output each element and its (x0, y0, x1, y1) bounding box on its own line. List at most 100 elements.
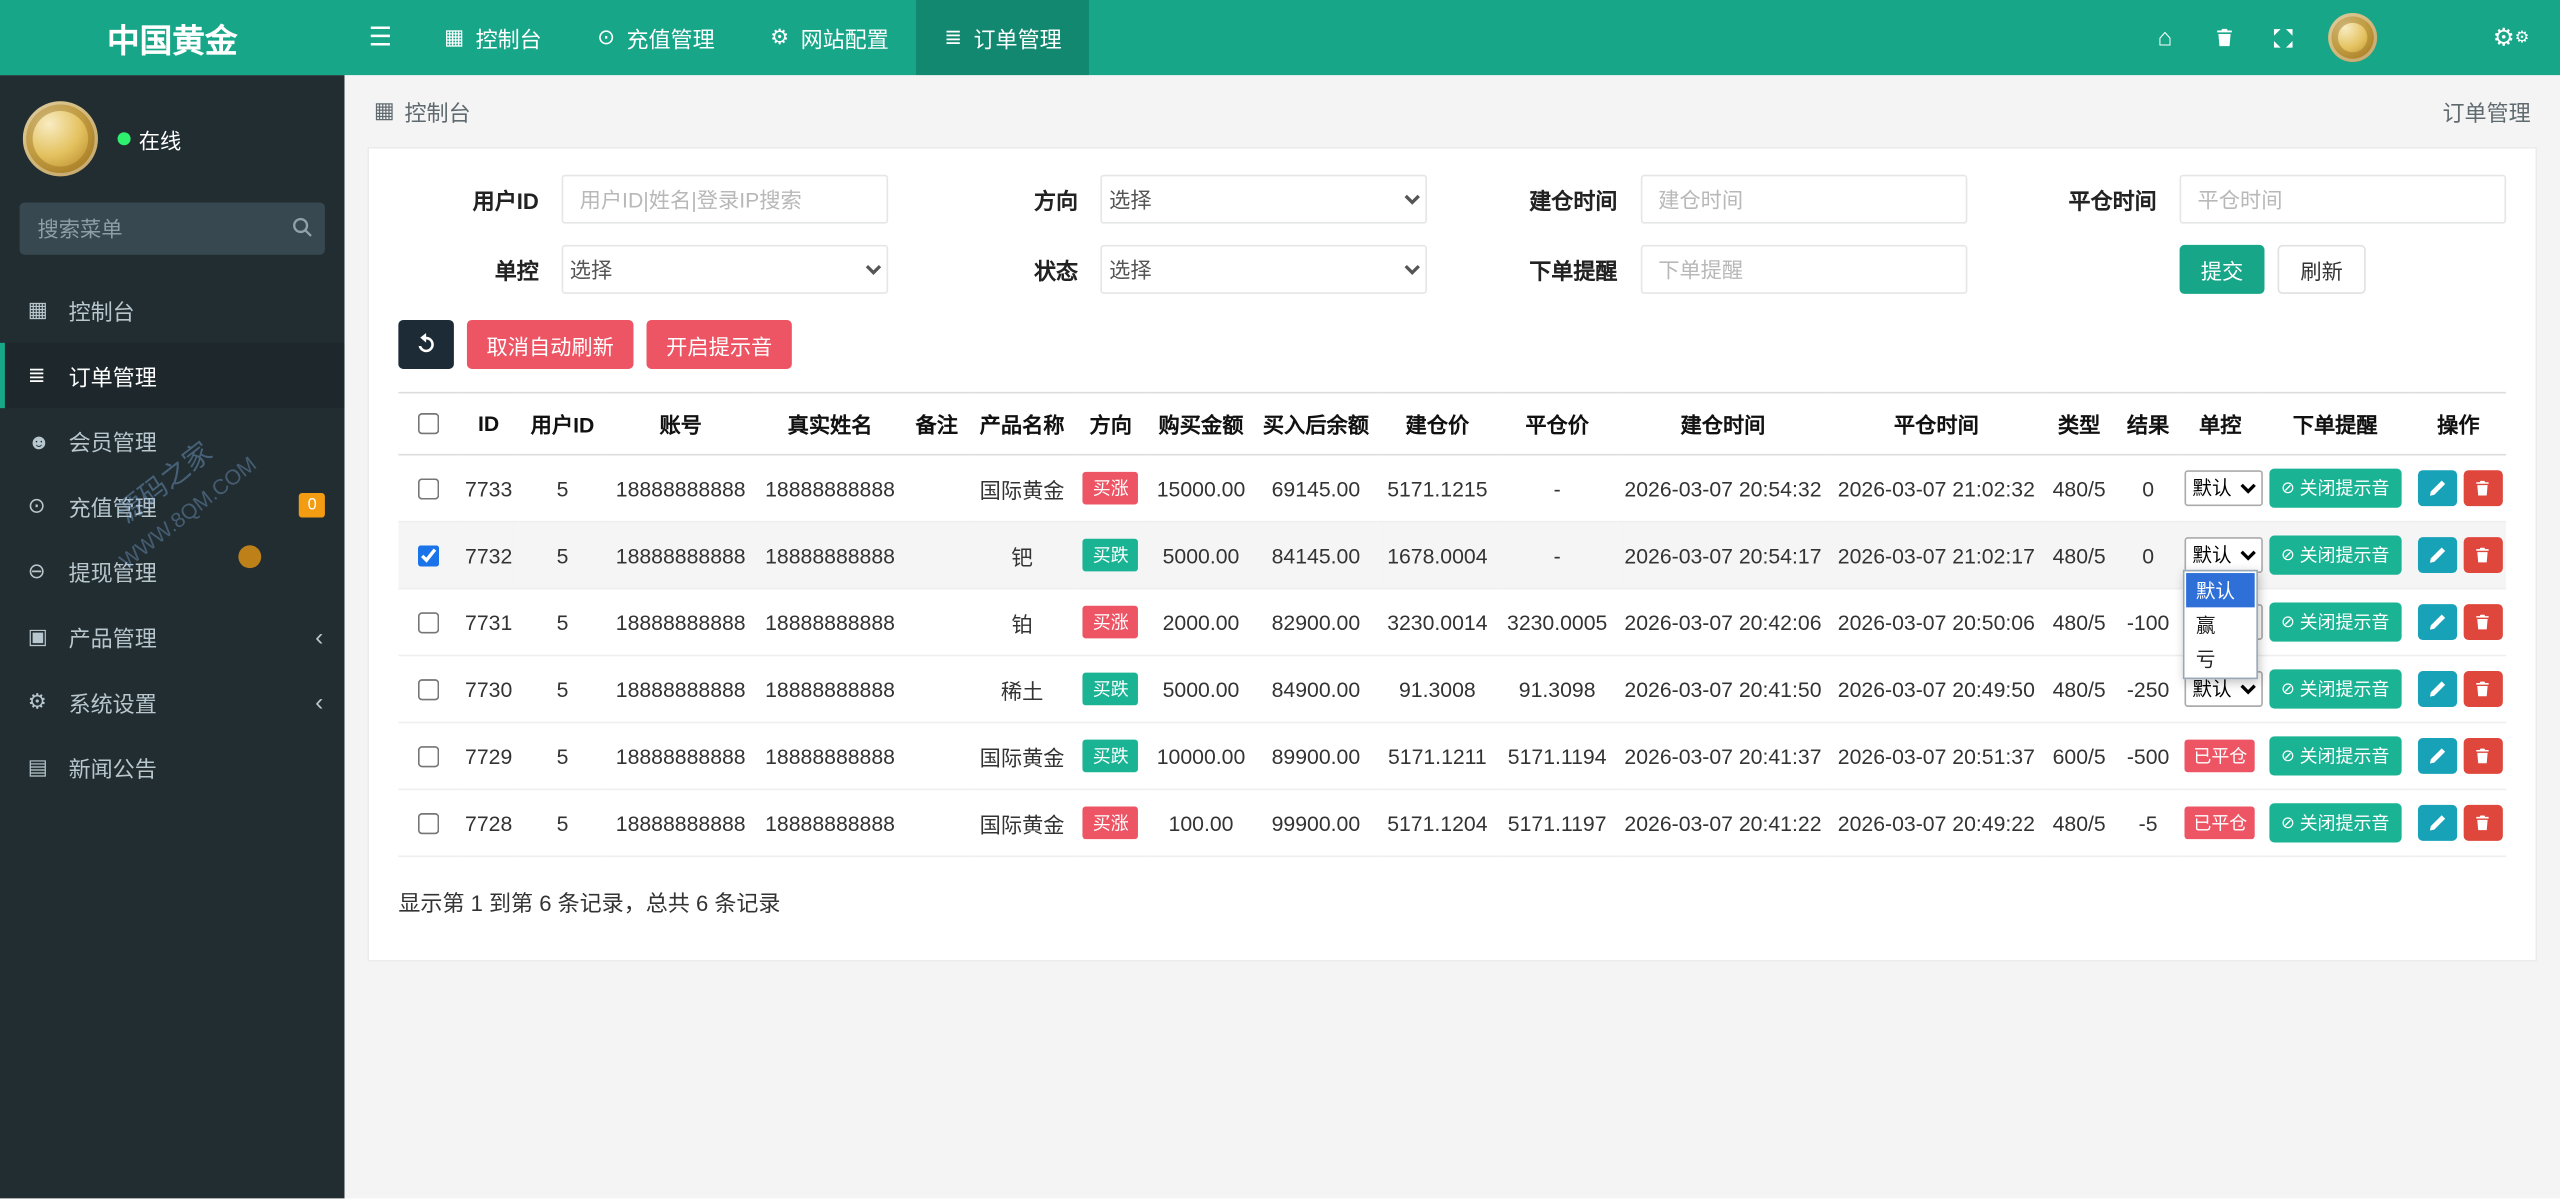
cell-type: 480/5 (2043, 789, 2116, 858)
submit-button[interactable]: 提交 (2179, 244, 2265, 294)
close-sound-button[interactable]: ⊘ 关闭提示音 (2269, 736, 2401, 776)
sidebar-item-withdraw[interactable]: ⊖ 提现管理 (0, 539, 344, 604)
row-checkbox[interactable] (418, 678, 440, 700)
sidebar-item-news[interactable]: ▤ 新闻公告 (0, 735, 344, 800)
delete-button[interactable] (2462, 470, 2503, 507)
clear-cache-button[interactable] (2194, 0, 2253, 75)
control-select[interactable]: 默认 (2184, 537, 2263, 574)
delete-button[interactable] (2462, 604, 2503, 640)
page-title: 订单管理 (2442, 101, 2531, 126)
control-option[interactable]: 亏 (2186, 642, 2255, 676)
trash-icon (2476, 681, 2489, 697)
cell-product: 国际黄金 (969, 789, 1075, 858)
fullscreen-button[interactable] (2253, 0, 2312, 75)
control-option[interactable]: 默认 (2186, 573, 2255, 608)
direction-select[interactable]: 选择 (1100, 174, 1428, 224)
close-time-input[interactable] (2179, 174, 2507, 224)
sidebar-item-products[interactable]: ▣ 产品管理 ‹ (0, 604, 344, 669)
open-time-input[interactable] (1640, 174, 1967, 224)
close-sound-button[interactable]: ⊘ 关闭提示音 (2269, 468, 2401, 508)
control-filter-select[interactable]: 选择 (561, 244, 889, 294)
direction-label: 方向 (1034, 189, 1079, 214)
sidebar-item-system[interactable]: ⚙ 系统设置 ‹ (0, 669, 344, 734)
delete-button[interactable] (2462, 804, 2503, 841)
close-sound-label: 关闭提示音 (2299, 613, 2390, 634)
direction-badge: 买跌 (1082, 672, 1139, 706)
direction-badge: 买跌 (1082, 538, 1139, 572)
column-header: 下单提醒 (2259, 391, 2411, 456)
home-button[interactable]: ⌂ (2136, 0, 2195, 75)
column-header: 结果 (2115, 391, 2181, 456)
nav-item-site-config[interactable]: ⚙ 网站配置 (742, 0, 916, 75)
close-sound-button[interactable]: ⊘ 关闭提示音 (2269, 669, 2401, 709)
close-sound-button[interactable]: ⊘ 关闭提示音 (2269, 535, 2401, 575)
sidebar-item-dashboard[interactable]: ▦ 控制台 (0, 278, 344, 343)
delete-button[interactable] (2462, 671, 2503, 707)
sidebar-toggle-button[interactable]: ☰ (344, 0, 416, 75)
orders-icon: ≣ (27, 362, 46, 387)
row-checkbox[interactable] (418, 812, 440, 834)
cell-type: 480/5 (2043, 521, 2116, 590)
cell-checkbox (398, 588, 458, 657)
cell-open-price: 5171.1211 (1376, 722, 1499, 791)
sidebar-item-recharge[interactable]: ⊙ 充值管理 0 (0, 473, 344, 538)
table-row: 7728 5 18888888888 18888888888 国际黄金 买涨 100.00 9… (398, 789, 2507, 858)
cell-open-price: 5171.1204 (1376, 789, 1499, 858)
nav-item-recharge[interactable]: ⊙ 充值管理 (569, 0, 742, 75)
gear-icon: ⚙ (2492, 24, 2515, 53)
cell-close-time: 2026-03-07 20:50:06 (1829, 588, 2044, 657)
cell-reminder: ⊘ 关闭提示音 (2259, 722, 2411, 791)
control-dropdown: 默认赢亏 (2182, 569, 2258, 680)
cell-product: 钯 (969, 521, 1075, 590)
select-all-checkbox[interactable] (418, 413, 440, 435)
trash-icon (2476, 480, 2489, 496)
delete-button[interactable] (2462, 537, 2503, 574)
refresh-button[interactable]: 刷新 (2277, 244, 2366, 294)
cell-close-price: 91.3098 (1498, 655, 1617, 724)
control-select[interactable]: 默认 (2184, 470, 2263, 507)
edit-button[interactable] (2417, 737, 2457, 774)
edit-button[interactable] (2417, 604, 2457, 640)
close-sound-button[interactable]: ⊘ 关闭提示音 (2269, 602, 2401, 642)
edit-button[interactable] (2417, 470, 2457, 507)
reminder-input[interactable] (1640, 244, 1967, 294)
row-checkbox[interactable] (418, 477, 440, 499)
edit-button[interactable] (2417, 671, 2457, 707)
sound-off-icon: ⊘ (2280, 746, 2295, 765)
status-label: 状态 (1034, 259, 1079, 285)
expand-icon (2273, 28, 2292, 47)
search-icon[interactable] (291, 216, 314, 247)
status-select[interactable]: 选择 (1100, 244, 1428, 294)
sidebar-item-orders[interactable]: ≣ 订单管理 (0, 342, 345, 409)
cell-id: 7731 (457, 588, 520, 657)
nav-item-orders[interactable]: ≣ 订单管理 (916, 0, 1090, 76)
cell-id: 7728 (457, 789, 520, 858)
control-option[interactable]: 赢 (2186, 607, 2255, 641)
recharge-icon: ⊙ (597, 24, 616, 49)
table-toolbar: 取消自动刷新 开启提示音 (398, 320, 2506, 369)
direction-badge: 买涨 (1082, 806, 1139, 840)
delete-button[interactable] (2462, 737, 2503, 774)
row-checkbox[interactable] (418, 611, 440, 633)
nav-item-dashboard[interactable]: ▦ 控制台 (416, 0, 569, 75)
filter-group-status: 状态 选择 (938, 244, 1428, 294)
user-id-input[interactable] (561, 174, 889, 224)
settings-button[interactable]: ⚙ ⚙ (2482, 0, 2541, 75)
sidebar-item-members[interactable]: ☻ 会员管理 (0, 408, 344, 473)
records-summary: 显示第 1 到第 6 条记录，总共 6 条记录 (398, 891, 781, 916)
cell-open-time: 2026-03-07 20:41:50 (1616, 655, 1830, 724)
user-avatar[interactable] (2328, 13, 2378, 63)
cell-checkbox (398, 454, 458, 523)
row-checkbox[interactable] (418, 745, 440, 767)
reload-button[interactable] (398, 320, 454, 369)
close-sound-button[interactable]: ⊘ 关闭提示音 (2269, 803, 2401, 843)
nav-item-label: 订单管理 (973, 27, 1062, 53)
sidebar-search-input[interactable] (19, 202, 325, 255)
edit-button[interactable] (2417, 537, 2457, 574)
edit-button[interactable] (2417, 804, 2457, 841)
sidebar: 在线 ▦ 控制台 ≣ 订单管理 ☻ 会员管理 ⊙ 充值管理 0 ⊖ 提现管理 ▣ 产品管理 ‹ ⚙ 系统设置 ‹… (0, 75, 345, 1199)
pencil-icon (2429, 748, 2445, 764)
cancel-auto-refresh-button[interactable]: 取消自动刷新 (466, 320, 634, 369)
enable-sound-button[interactable]: 开启提示音 (646, 320, 792, 369)
row-checkbox[interactable] (418, 544, 440, 566)
